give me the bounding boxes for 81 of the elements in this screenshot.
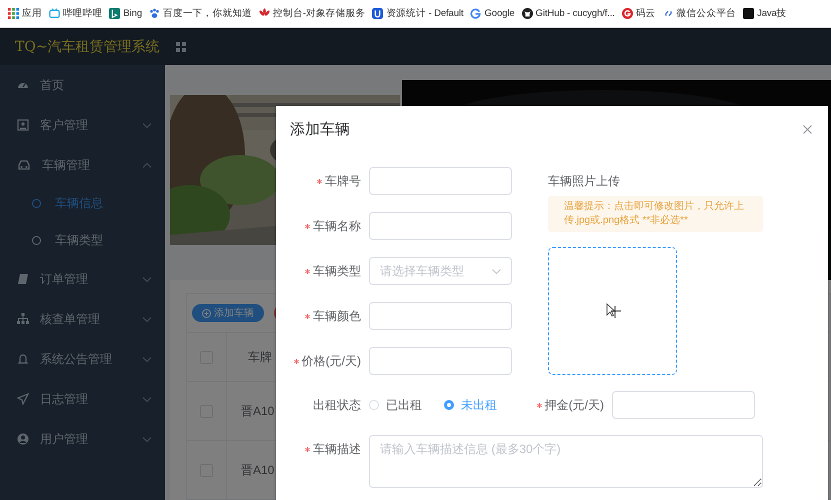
field-label: 车辆颜色 [313,308,361,324]
chevron-icon [143,436,151,442]
field-label: 车辆照片上传 [548,172,621,190]
apps-icon [8,8,19,19]
bookmark[interactable]: 应用 [8,7,42,20]
id-card-icon [17,119,29,131]
bookmark[interactable]: 微信公众平台 [662,7,736,20]
paper-plane-icon [17,393,29,405]
bookmark[interactable]: 哔哩哔哩 [48,7,102,20]
input-field[interactable] [612,391,755,419]
submenu-label: 车辆类型 [55,232,103,249]
field-label: 车辆名称 [313,218,361,234]
menu-item[interactable]: 车辆管理 [0,145,165,185]
grid-icon[interactable] [176,42,186,52]
chevron-icon [143,356,151,362]
plus-circle-icon [202,308,211,318]
select-field[interactable]: 请选择车辆类型 [369,257,512,285]
submenu-item[interactable]: 车辆信息 [0,185,165,222]
menu-item[interactable]: 核查单管理 [0,299,165,339]
bell-icon [17,353,29,365]
bookmark[interactable]: Bing [109,8,142,19]
circle-icon [32,199,41,208]
input-field[interactable] [369,347,512,375]
description-field[interactable]: 请输入车辆描述信息 (最多30个字) [369,435,763,488]
chevron-icon [143,276,151,282]
dialog-title: 添加车辆 [290,120,350,138]
radio-option[interactable]: 已出租 [369,396,422,414]
menu-item[interactable]: 订单管理 [0,259,165,299]
menu-item[interactable]: 日志管理 [0,379,165,419]
submenu-item[interactable]: 车辆类型 [0,222,165,259]
bookmark[interactable]: GitHub - cucygh/f... [522,8,615,19]
menu-item[interactable]: 客户管理 [0,105,165,145]
site-icon [743,8,754,19]
cursor-icon [604,303,620,319]
chevron-icon [143,316,151,322]
g-icon [622,8,633,19]
sitemap-icon [17,313,29,325]
menu-item[interactable]: 系统公告管理 [0,339,165,379]
menu-label: 用户管理 [40,430,89,448]
site-icon [372,8,384,19]
radio-option[interactable]: 未出租 [444,396,497,414]
g-icon [470,8,482,19]
menu-item[interactable]: 首页 [0,65,165,105]
bookmark[interactable]: 资源统计 - Default [372,7,464,20]
menu-label: 日志管理 [40,390,89,408]
bookmark[interactable]: 码云 [622,7,656,20]
circle-icon [32,236,41,245]
bookmark[interactable]: 控制台-对象存储服务 [259,7,366,20]
menu-label: 系统公告管理 [40,350,113,368]
input-field[interactable] [369,212,512,240]
chevron-icon [143,122,151,128]
menu-item[interactable]: 用户管理 [0,419,165,459]
link-icon [662,8,674,19]
menu-label: 订单管理 [40,270,89,288]
car-icon [17,159,31,171]
chevron-icon [143,162,151,168]
menu-label: 核查单管理 [40,310,101,328]
paw-icon [149,8,160,19]
field-label: 车牌号 [325,172,361,190]
menu-label: 首页 [40,76,65,94]
submenu-label: 车辆信息 [55,195,103,212]
bookmark[interactable]: Java技 [743,7,787,20]
close-icon[interactable] [803,124,812,134]
bookmark[interactable]: Google [470,8,515,19]
add-button[interactable]: 添加车辆 [192,304,264,322]
chevron-icon [143,396,151,402]
cat-icon [522,8,533,19]
tv-icon [48,8,60,19]
menu-label: 车辆管理 [42,156,91,174]
warning-tip: 温馨提示：点击即可修改图片，只允许上传.jpg或.png格式 **非必选** [548,196,763,232]
site-icon [109,8,120,19]
field-label: 车辆类型 [313,262,361,280]
input-field[interactable] [369,167,512,195]
user-icon [17,433,29,445]
menu-label: 客户管理 [40,116,89,134]
field-label: 押金(元/天) [544,396,604,414]
chevron-icon [492,268,501,274]
book-icon [17,273,29,285]
bookmark[interactable]: 百度一下，你就知道 [149,7,252,20]
upload-area[interactable] [548,247,677,375]
input-field[interactable] [369,302,512,330]
